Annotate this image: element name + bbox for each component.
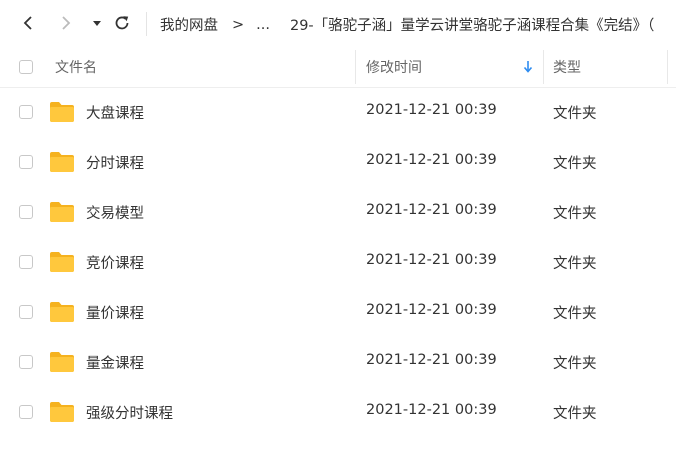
file-modified: 2021-12-21 00:39	[366, 402, 497, 418]
caret-down-icon	[93, 21, 101, 26]
file-list: 大盘课程 2021-12-21 00:39 文件夹 分时课程 2021-12-2…	[0, 88, 676, 438]
folder-icon	[50, 352, 74, 372]
column-header-modified[interactable]: 修改时间	[366, 46, 422, 88]
row-checkbox[interactable]	[19, 205, 33, 219]
file-modified: 2021-12-21 00:39	[366, 252, 497, 268]
column-divider[interactable]	[355, 50, 356, 84]
breadcrumb: 我的网盘 > ... 29-「骆驼子涵」量学云讲堂骆驼子涵课程合集《完结》（	[160, 14, 654, 35]
table-row[interactable]: 交易模型 2021-12-21 00:39 文件夹	[0, 188, 676, 238]
file-type: 文件夹	[553, 406, 597, 422]
file-modified: 2021-12-21 00:39	[366, 202, 497, 218]
file-name[interactable]: 量金课程	[86, 352, 144, 373]
folder-icon	[50, 402, 74, 422]
breadcrumb-separator: >	[232, 16, 245, 33]
breadcrumb-root[interactable]: 我的网盘	[160, 14, 218, 35]
file-name[interactable]: 竞价课程	[86, 252, 144, 273]
table-row[interactable]: 分时课程 2021-12-21 00:39 文件夹	[0, 138, 676, 188]
select-all-checkbox[interactable]	[19, 60, 33, 74]
row-checkbox[interactable]	[19, 255, 33, 269]
file-name[interactable]: 分时课程	[86, 152, 144, 173]
file-name[interactable]: 量价课程	[86, 302, 144, 323]
breadcrumb-current: 29-「骆驼子涵」量学云讲堂骆驼子涵课程合集《完结》（	[289, 18, 655, 34]
file-type: 文件夹	[553, 106, 597, 122]
row-checkbox[interactable]	[19, 105, 33, 119]
back-button[interactable]	[17, 12, 39, 34]
column-divider[interactable]	[667, 50, 668, 84]
file-modified: 2021-12-21 00:39	[366, 152, 497, 168]
column-header-type[interactable]: 类型	[553, 46, 581, 88]
history-dropdown-button[interactable]	[86, 12, 108, 34]
breadcrumb-ellipsis[interactable]: ...	[256, 17, 270, 33]
forward-button[interactable]	[55, 12, 77, 34]
row-checkbox[interactable]	[19, 155, 33, 169]
folder-icon	[50, 102, 74, 122]
table-row[interactable]: 竞价课程 2021-12-21 00:39 文件夹	[0, 238, 676, 288]
refresh-icon	[115, 16, 129, 30]
folder-icon	[50, 202, 74, 222]
file-type: 文件夹	[553, 256, 597, 272]
file-name[interactable]: 强级分时课程	[86, 402, 173, 423]
file-name[interactable]: 大盘课程	[86, 102, 144, 123]
file-type: 文件夹	[553, 356, 597, 372]
file-type: 文件夹	[553, 206, 597, 222]
toolbar: 我的网盘 > ... 29-「骆驼子涵」量学云讲堂骆驼子涵课程合集《完结》（	[0, 0, 676, 46]
file-modified: 2021-12-21 00:39	[366, 352, 497, 368]
column-header-name[interactable]: 文件名	[55, 46, 97, 88]
file-name[interactable]: 交易模型	[86, 202, 144, 223]
table-row[interactable]: 大盘课程 2021-12-21 00:39 文件夹	[0, 88, 676, 138]
column-divider[interactable]	[543, 50, 544, 84]
folder-icon	[50, 302, 74, 322]
chevron-left-icon	[23, 16, 32, 30]
folder-icon	[50, 252, 74, 272]
select-all-checkbox-cell[interactable]	[19, 46, 33, 88]
file-modified: 2021-12-21 00:39	[366, 302, 497, 318]
arrow-down-icon	[523, 61, 533, 73]
row-checkbox[interactable]	[19, 405, 33, 419]
table-row[interactable]: 强级分时课程 2021-12-21 00:39 文件夹	[0, 388, 676, 438]
folder-icon	[50, 152, 74, 172]
chevron-right-icon	[62, 16, 71, 30]
file-modified: 2021-12-21 00:39	[366, 102, 497, 118]
file-type: 文件夹	[553, 156, 597, 172]
row-checkbox[interactable]	[19, 355, 33, 369]
file-type: 文件夹	[553, 306, 597, 322]
row-checkbox[interactable]	[19, 305, 33, 319]
toolbar-divider	[146, 12, 147, 36]
refresh-button[interactable]	[111, 12, 133, 34]
table-row[interactable]: 量价课程 2021-12-21 00:39 文件夹	[0, 288, 676, 338]
table-row[interactable]: 量金课程 2021-12-21 00:39 文件夹	[0, 338, 676, 388]
file-list-header: 文件名 修改时间 类型	[0, 46, 676, 88]
